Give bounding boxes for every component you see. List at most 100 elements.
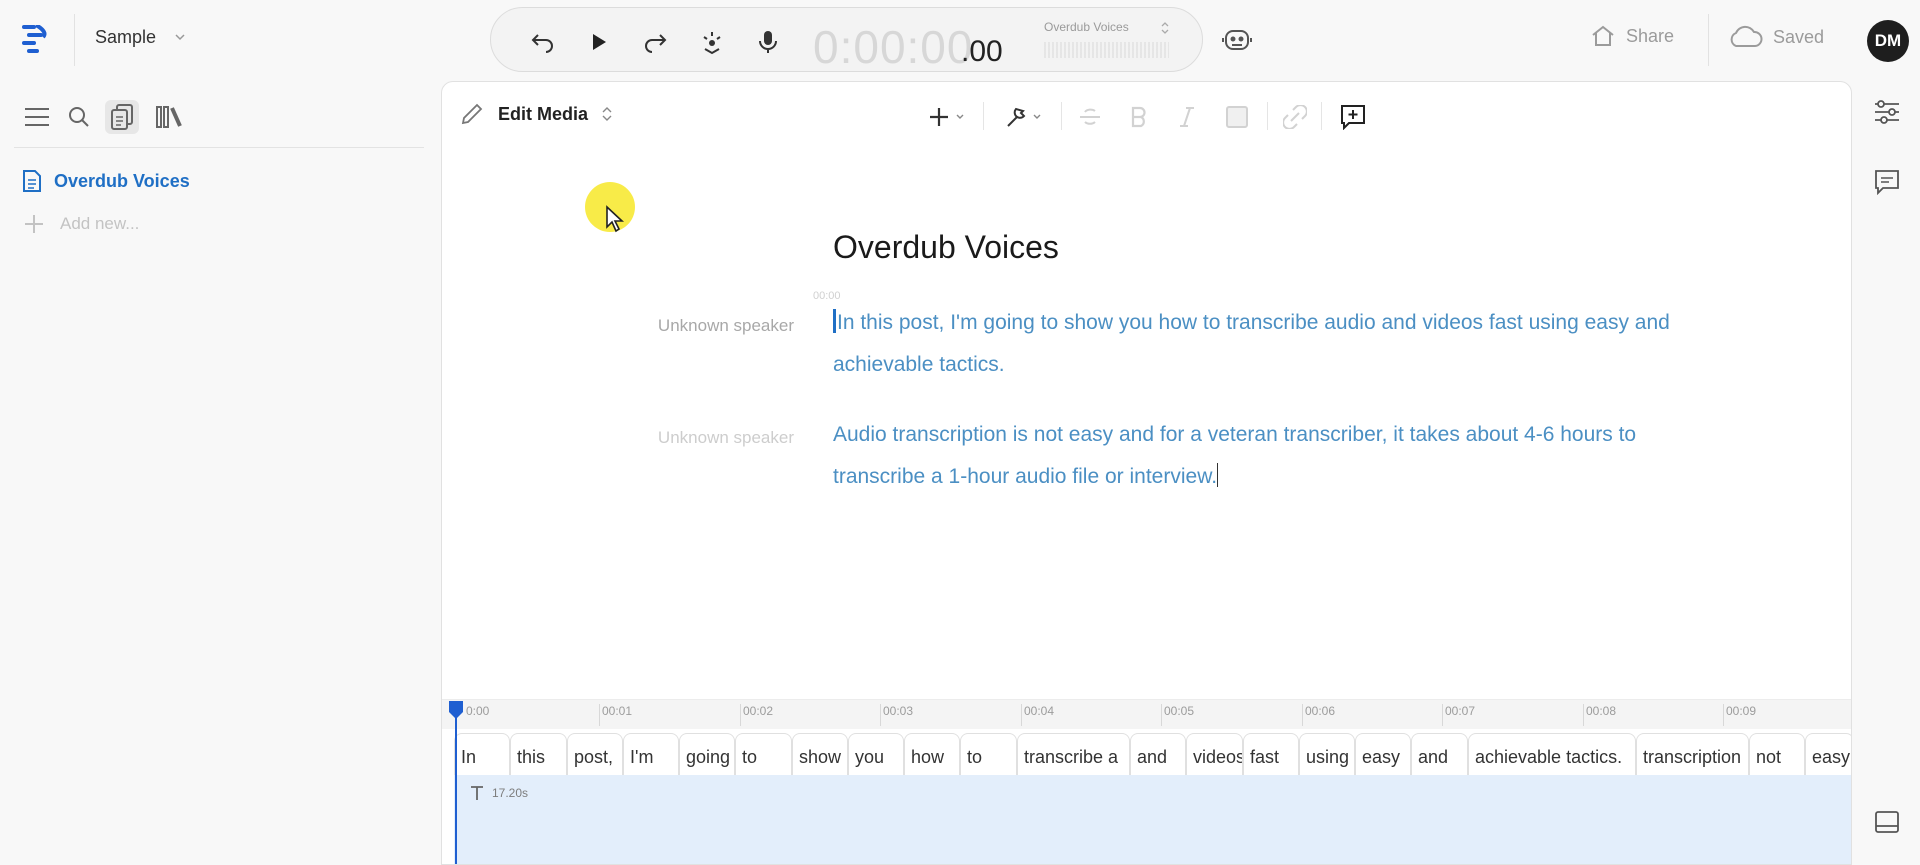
word-track: In this post, I'm going to show you how … — [454, 733, 1851, 775]
chevron-updown-icon[interactable] — [1161, 22, 1169, 34]
undo-icon[interactable] — [529, 28, 557, 56]
word-chip[interactable]: achievable tactics. — [1468, 733, 1636, 775]
text-caret — [1217, 463, 1219, 487]
strikethrough-icon[interactable] — [1073, 100, 1107, 134]
transcript-paragraph[interactable]: In this post, I'm going to show you how … — [833, 302, 1713, 386]
word-chip[interactable]: easy — [1355, 733, 1411, 775]
plus-icon — [24, 214, 44, 234]
document-title[interactable]: Overdub Voices — [833, 229, 1059, 266]
ruler-tick: 0:00 — [466, 704, 490, 718]
wrench-icon — [1004, 105, 1046, 129]
saved-status: Saved — [1727, 24, 1824, 50]
word-chip[interactable]: and — [1411, 733, 1468, 775]
panel-icon[interactable] — [1870, 805, 1904, 839]
ruler-tick: 00:04 — [1021, 704, 1054, 726]
voice-selector[interactable]: Overdub Voices — [1044, 20, 1129, 34]
document-icon — [22, 169, 42, 193]
word-chip[interactable]: and — [1130, 733, 1186, 775]
share-label: Share — [1626, 25, 1675, 46]
bold-icon[interactable] — [1122, 100, 1156, 134]
timecode-fraction: .00 — [961, 35, 1003, 68]
robot-icon[interactable] — [1222, 25, 1252, 55]
speaker-label[interactable]: Unknown speaker — [562, 316, 794, 336]
ruler-tick: 00:01 — [599, 704, 632, 726]
paragraph-text: In this post, I'm going to show you how … — [833, 311, 1670, 376]
saved-label: Saved — [1773, 26, 1825, 47]
divider — [74, 14, 75, 66]
redo-icon[interactable] — [641, 28, 669, 56]
ruler-tick: 00:06 — [1302, 704, 1335, 726]
chevron-down-icon[interactable] — [174, 33, 186, 41]
word-chip[interactable]: you — [848, 733, 904, 775]
home-icon — [1590, 24, 1616, 48]
tools-menu[interactable] — [1000, 100, 1050, 134]
ruler-tick: 00:08 — [1583, 704, 1616, 726]
play-icon[interactable] — [585, 28, 613, 56]
word-chip[interactable]: transcription — [1636, 733, 1749, 775]
divider — [1708, 14, 1709, 66]
divider — [14, 147, 424, 148]
word-chip[interactable]: how — [904, 733, 960, 775]
word-chip[interactable]: this — [510, 733, 567, 775]
word-chip[interactable]: not — [1749, 733, 1805, 775]
add-new-button[interactable]: Add new... — [24, 214, 139, 234]
word-chip[interactable]: videos — [1186, 733, 1243, 775]
documents-icon[interactable] — [105, 100, 139, 134]
link-icon[interactable] — [1278, 100, 1312, 134]
paragraph-timestamp: 00:00 — [813, 290, 841, 302]
italic-icon[interactable] — [1170, 100, 1204, 134]
avatar[interactable]: DM — [1867, 20, 1909, 62]
chevron-updown-icon — [602, 107, 612, 121]
top-bar: Sample 0:00:00 .00 Overdub Voices Share … — [0, 0, 1920, 80]
playhead-handle[interactable] — [448, 700, 464, 720]
sidebar-item-document[interactable]: Overdub Voices — [22, 169, 190, 193]
properties-icon[interactable] — [1870, 95, 1904, 129]
sparkle-icon[interactable] — [698, 28, 726, 56]
plus-icon — [928, 106, 968, 128]
word-chip[interactable]: to — [960, 733, 1017, 775]
sidebar-item-label: Overdub Voices — [54, 170, 190, 191]
ruler-tick: 00:07 — [1442, 704, 1475, 726]
transcript-paragraph[interactable]: Audio transcription is not easy and for … — [833, 414, 1713, 498]
edit-media-selector[interactable]: Edit Media — [460, 102, 612, 126]
add-comment-icon[interactable] — [1336, 100, 1370, 134]
divider — [1321, 102, 1322, 130]
library-icon[interactable] — [152, 100, 186, 134]
share-button[interactable]: Share — [1590, 24, 1674, 48]
word-chip[interactable]: using — [1299, 733, 1355, 775]
audio-track[interactable] — [454, 775, 1851, 864]
ruler-tick: 00:02 — [740, 704, 773, 726]
cloud-icon — [1727, 24, 1763, 50]
text-icon — [470, 785, 484, 801]
word-chip[interactable]: fast — [1243, 733, 1299, 775]
transport-bar: 0:00:00 .00 Overdub Voices — [490, 7, 1203, 73]
insert-menu[interactable] — [923, 100, 973, 134]
project-name[interactable]: Sample — [95, 27, 156, 48]
word-chip[interactable]: to — [735, 733, 792, 775]
word-chip[interactable]: easy — [1805, 733, 1851, 775]
highlight-icon[interactable] — [1220, 100, 1254, 134]
word-chip[interactable]: I'm — [623, 733, 679, 775]
time-ruler[interactable]: 0:00 00:01 00:02 00:03 00:04 00:05 00:06… — [442, 699, 1851, 729]
ruler-tick: 00:09 — [1723, 704, 1756, 726]
search-icon[interactable] — [62, 100, 96, 134]
app-logo-icon[interactable] — [22, 25, 48, 53]
word-chip[interactable]: going — [679, 733, 735, 775]
divider — [1267, 102, 1268, 130]
playhead[interactable] — [455, 711, 457, 864]
word-chip[interactable]: In — [454, 733, 510, 775]
divider — [983, 102, 984, 130]
microphone-icon[interactable] — [754, 28, 782, 56]
ruler-tick: 00:05 — [1161, 704, 1194, 726]
editor-toolbar: Edit Media — [442, 82, 1851, 148]
word-chip[interactable]: transcribe a — [1017, 733, 1130, 775]
mouse-pointer-icon — [605, 205, 625, 233]
timeline[interactable]: 0:00 00:01 00:02 00:03 00:04 00:05 00:06… — [442, 699, 1851, 864]
speaker-label[interactable]: Unknown speaker — [562, 428, 794, 448]
word-chip[interactable]: post, — [567, 733, 623, 775]
editor-panel: Edit Media Overdub Voices 00:00 Unknown … — [441, 81, 1852, 865]
comment-icon[interactable] — [1870, 165, 1904, 199]
word-chip[interactable]: show — [792, 733, 848, 775]
menu-icon[interactable] — [20, 100, 54, 134]
pencil-icon — [460, 102, 484, 126]
